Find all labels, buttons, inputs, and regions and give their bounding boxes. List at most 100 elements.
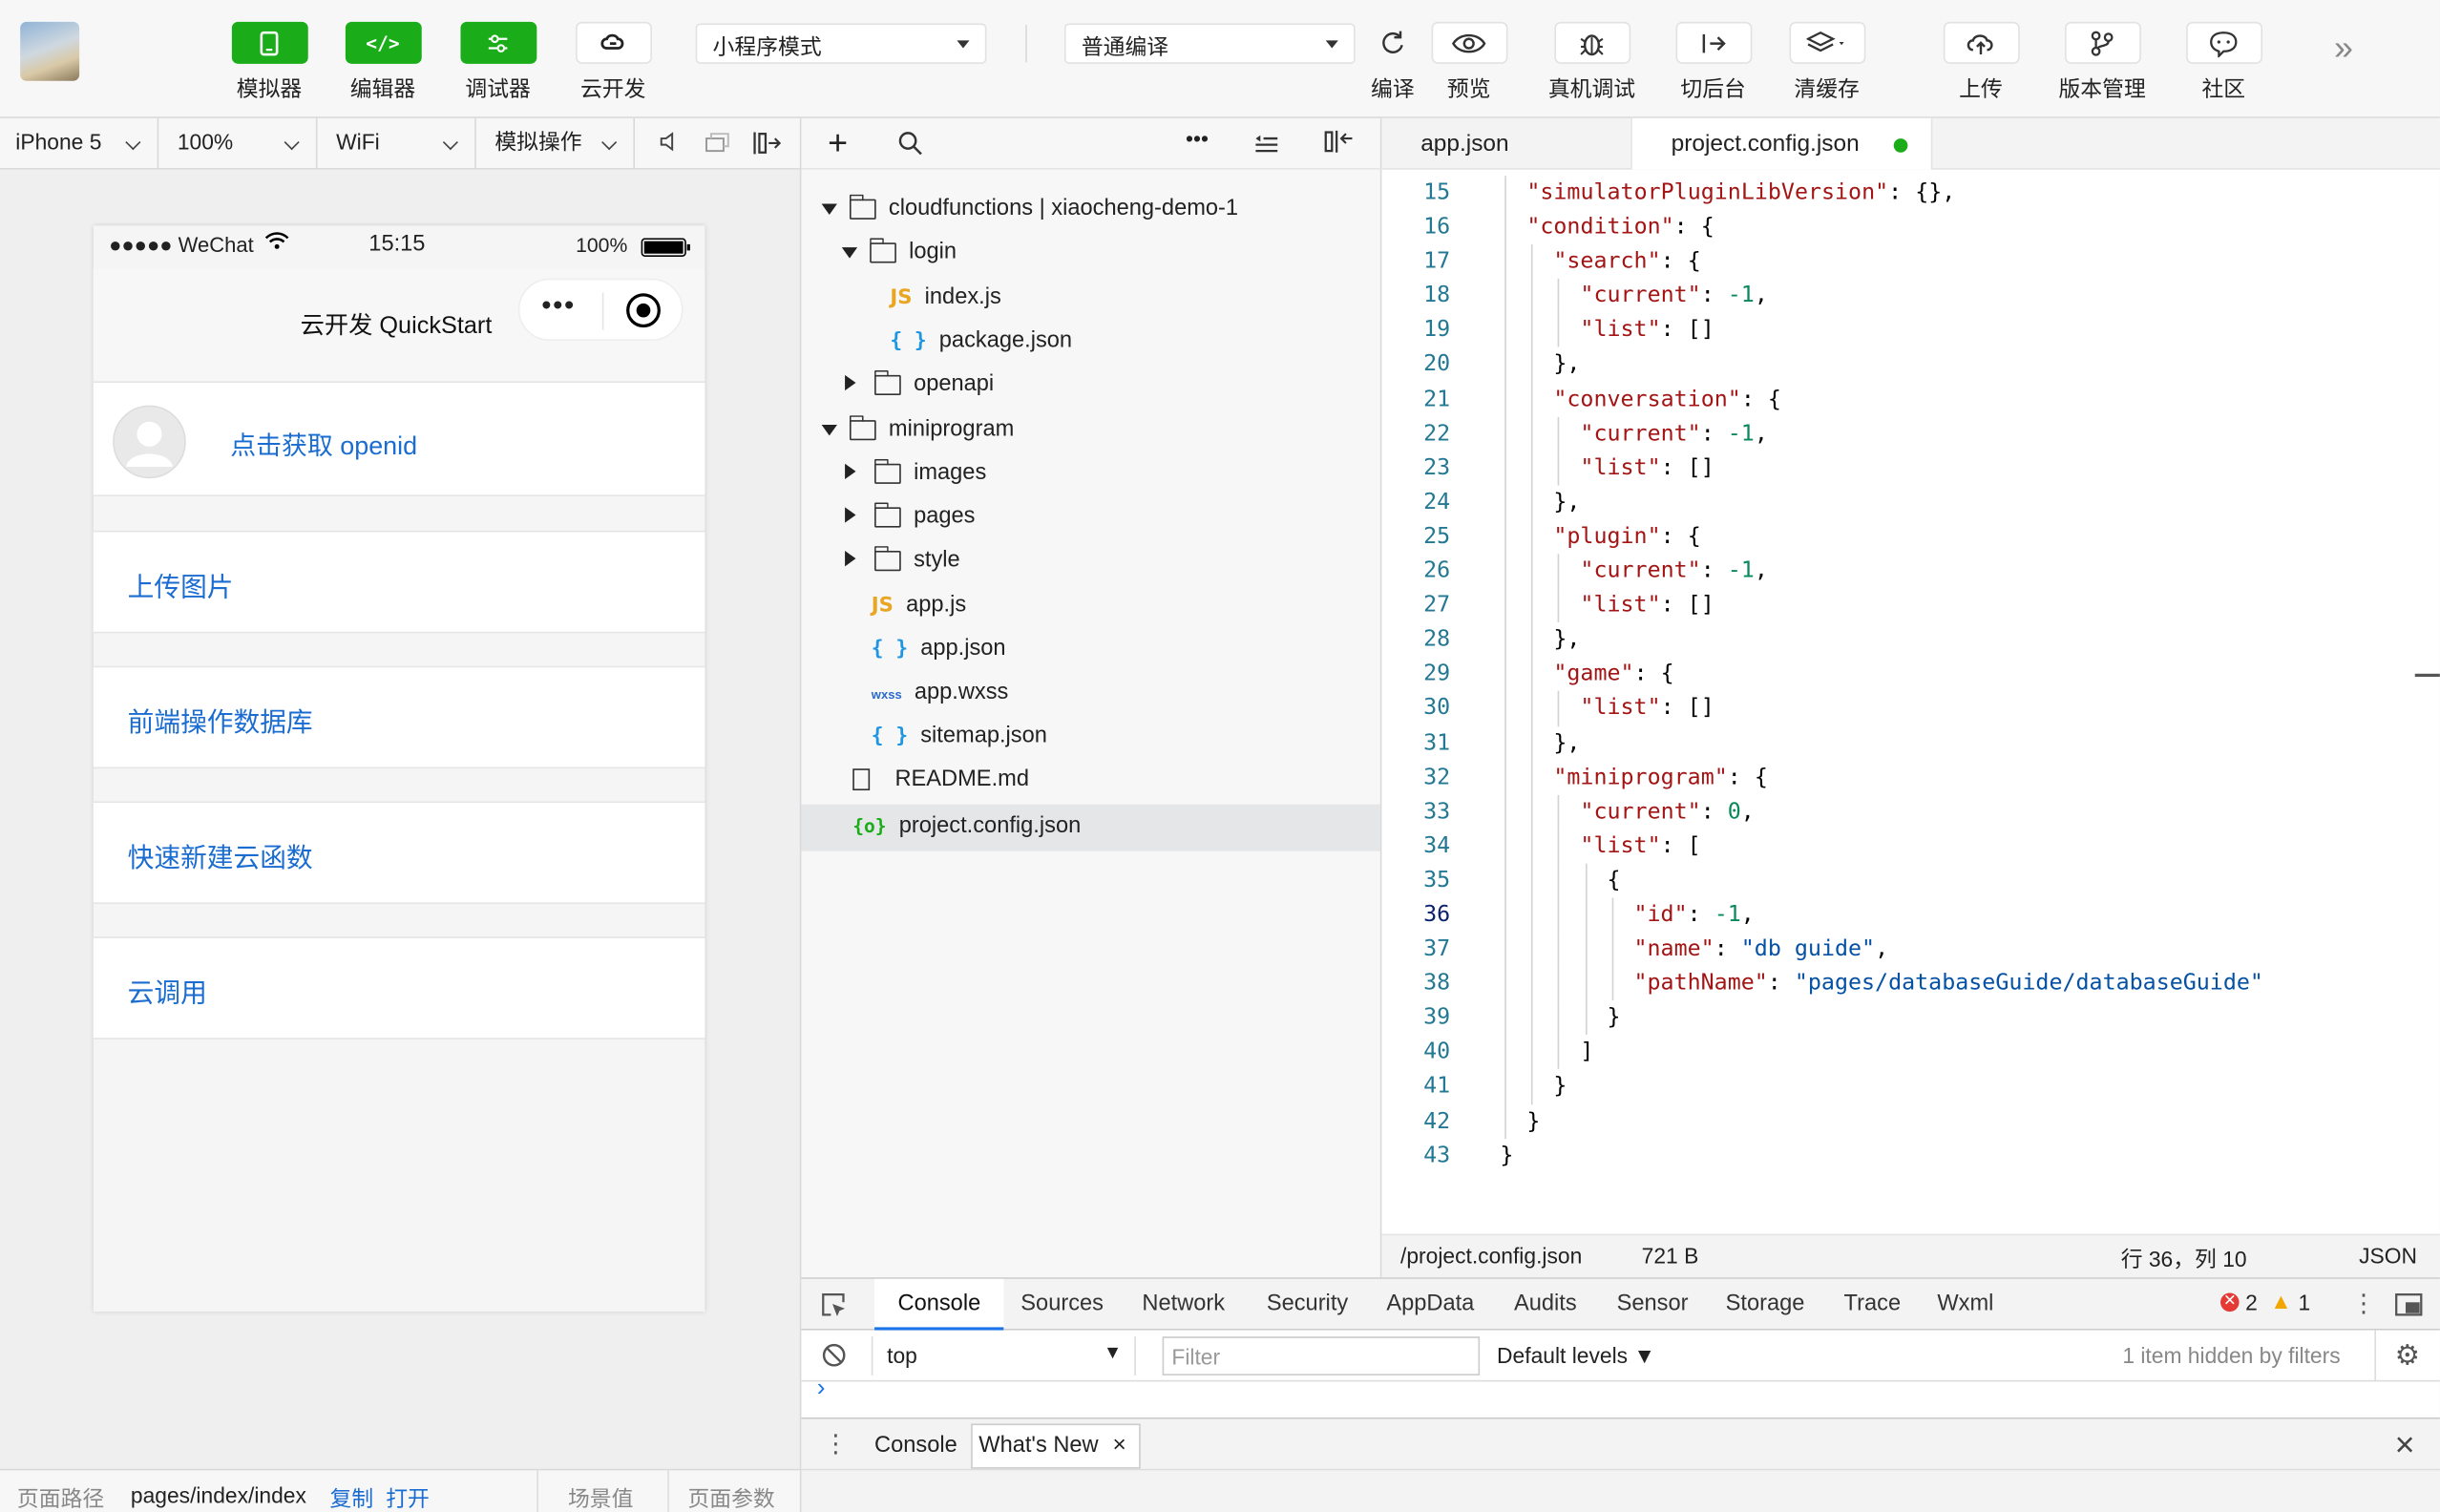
clear-cache-button[interactable]: 清缓存	[1780, 21, 1874, 104]
tree-folder-images[interactable]: images	[845, 452, 986, 495]
tree-folder-pages[interactable]: pages	[845, 494, 975, 538]
zoom-select[interactable]: 100%	[158, 117, 318, 169]
menu-item-database[interactable]: 前端操作数据库	[93, 665, 705, 769]
devtools-tab-wxml[interactable]: Wxml	[1937, 1279, 1993, 1329]
log-levels-select[interactable]: Default levels ▼	[1497, 1343, 1655, 1368]
code-line[interactable]: 22 "current": -1,	[1381, 416, 2439, 452]
code-line[interactable]: 43}	[1381, 1139, 2439, 1173]
openid-cell[interactable]: 点击获取 openid	[93, 381, 705, 496]
language-mode[interactable]: JSON	[2359, 1243, 2417, 1268]
code-line[interactable]: 15 "simulatorPluginLibVersion": {},	[1381, 176, 2439, 211]
clear-console-icon[interactable]	[822, 1343, 847, 1376]
background-switch-button[interactable]: 切后台	[1667, 21, 1760, 104]
kebab-menu-icon[interactable]: ⋮	[2351, 1289, 2376, 1320]
code-line[interactable]: 30 "list": []	[1381, 691, 2439, 726]
devtools-tab-console[interactable]: Console	[898, 1279, 981, 1329]
error-count[interactable]: 2	[2245, 1290, 2258, 1314]
tree-file-index-js[interactable]: JS index.js	[890, 276, 1000, 320]
code-line[interactable]: 17 "search": {	[1381, 244, 2439, 280]
close-drawer-icon[interactable]: ×	[2395, 1425, 2415, 1465]
user-avatar[interactable]	[20, 21, 80, 81]
collapse-all-icon[interactable]	[1254, 133, 1279, 162]
tree-folder-style[interactable]: style	[845, 538, 960, 582]
code-line[interactable]: 27 "list": []	[1381, 588, 2439, 623]
menu-item-cloud-call[interactable]: 云调用	[93, 936, 705, 1040]
devtools-tab-trace[interactable]: Trace	[1844, 1279, 1902, 1329]
code-line[interactable]: 41}	[1381, 1069, 2439, 1104]
inspect-element-icon[interactable]	[820, 1292, 848, 1327]
code-line[interactable]: 21 "conversation": {	[1381, 382, 2439, 417]
drawer-menu-icon[interactable]: ⋮	[823, 1428, 848, 1460]
search-icon[interactable]	[898, 131, 923, 163]
add-file-icon[interactable]: +	[828, 123, 848, 163]
version-control-button[interactable]: 版本管理	[2055, 21, 2149, 104]
menu-item-upload-image[interactable]: 上传图片	[93, 530, 705, 634]
tree-file-project-config[interactable]: {o} project.config.json	[852, 805, 1081, 849]
tree-folder-miniprogram[interactable]: miniprogram	[821, 408, 1014, 452]
tab-app-json[interactable]: app.json	[1381, 118, 1630, 170]
devtools-tab-security[interactable]: Security	[1267, 1279, 1348, 1329]
tree-folder-login[interactable]: login	[841, 230, 957, 274]
code-line[interactable]: 18 "current": -1,	[1381, 279, 2439, 314]
settings-gear-icon[interactable]: ⚙	[2395, 1339, 2420, 1372]
simulate-ops-select[interactable]: 模拟操作	[476, 117, 636, 169]
code-line[interactable]: 34 "list": [	[1381, 829, 2439, 864]
undock-icon[interactable]	[2395, 1293, 2423, 1325]
compile-select[interactable]: 普通编译	[1063, 23, 1356, 64]
more-chevron-icon[interactable]: »	[2334, 28, 2353, 68]
devtools-tab-sources[interactable]: Sources	[1020, 1279, 1104, 1329]
more-options-icon[interactable]: •••	[1186, 126, 1209, 151]
tree-file-readme[interactable]: README.md	[852, 758, 1029, 802]
code-line[interactable]: 37 "name": "db guide",	[1381, 932, 2439, 967]
upload-button[interactable]: 上传	[1934, 21, 2028, 104]
simulator-toggle-button[interactable]: 模拟器	[222, 21, 316, 104]
network-select[interactable]: WiFi	[318, 117, 476, 169]
code-line[interactable]: 28},	[1381, 622, 2439, 658]
code-line[interactable]: 25 "plugin": {	[1381, 519, 2439, 555]
cursor-position[interactable]: 行 36，列 10	[2121, 1243, 2247, 1274]
devtools-tab-appdata[interactable]: AppData	[1386, 1279, 1474, 1329]
code-lines[interactable]: 15 "simulatorPluginLibVersion": {}, 16 "con…	[1381, 176, 2439, 1172]
tree-file-app-js[interactable]: JS app.js	[872, 583, 966, 627]
code-line[interactable]: 26 "current": -1,	[1381, 554, 2439, 589]
tree-folder-cloudfunctions[interactable]: cloudfunctions | xiaocheng-demo-1	[821, 187, 1238, 231]
code-line[interactable]: 38 "pathName": "pages/databaseGuide/datab…	[1381, 966, 2439, 1001]
menu-item-cloud-function[interactable]: 快速新建云函数	[93, 801, 705, 905]
preview-button[interactable]: 预览	[1422, 21, 1516, 104]
code-line[interactable]: 42}	[1381, 1103, 2439, 1139]
devtools-tab-network[interactable]: Network	[1142, 1279, 1225, 1329]
speaker-icon[interactable]	[660, 131, 679, 160]
code-line[interactable]: 32 "miniprogram": {	[1381, 760, 2439, 795]
openid-link[interactable]: 点击获取 openid	[230, 425, 417, 462]
code-line[interactable]: 19 "list": []	[1381, 313, 2439, 348]
drawer-tab-console[interactable]: Console	[874, 1433, 957, 1458]
debugger-toggle-button[interactable]: 调试器	[452, 21, 545, 104]
tab-project-config-json[interactable]: project.config.json	[1630, 117, 1933, 170]
console-filter-input[interactable]: Filter	[1162, 1336, 1481, 1376]
code-line[interactable]: 16 "condition": {	[1381, 210, 2439, 245]
devtools-tab-storage[interactable]: Storage	[1726, 1279, 1805, 1329]
window-icon[interactable]	[705, 133, 729, 162]
remote-debug-button[interactable]: 真机调试	[1546, 21, 1639, 104]
tree-file-app-json[interactable]: { } app.json	[872, 627, 1006, 671]
tree-file-app-wxss[interactable]: wxss app.wxss	[872, 671, 1009, 715]
console-prompt[interactable]: ›	[817, 1376, 826, 1403]
context-select[interactable]: top ▼	[871, 1336, 1136, 1376]
mode-select[interactable]: 小程序模式	[695, 23, 987, 64]
tree-folder-openapi[interactable]: openapi	[845, 363, 994, 407]
code-line[interactable]: 33 "current": 0,	[1381, 794, 2439, 830]
tree-file-sitemap-json[interactable]: { } sitemap.json	[872, 714, 1047, 758]
dock-left-icon[interactable]	[1324, 129, 1356, 161]
dock-right-icon[interactable]	[750, 131, 782, 163]
editor-toggle-button[interactable]: </> 编辑器	[336, 21, 430, 104]
code-line[interactable]: 36 "id": -1,	[1381, 897, 2439, 933]
close-circle-icon[interactable]	[625, 292, 661, 336]
code-line[interactable]: 24},	[1381, 485, 2439, 520]
copy-path-link[interactable]: 复制	[330, 1482, 374, 1512]
devtools-tab-sensor[interactable]: Sensor	[1617, 1279, 1689, 1329]
tree-file-package-json[interactable]: { } package.json	[890, 319, 1072, 363]
devtools-tab-audits[interactable]: Audits	[1514, 1279, 1577, 1329]
more-dots-icon[interactable]: •••	[541, 289, 576, 322]
device-select[interactable]: iPhone 5	[0, 117, 159, 169]
drawer-tab-whats-new[interactable]: What's New ×	[971, 1423, 1141, 1469]
